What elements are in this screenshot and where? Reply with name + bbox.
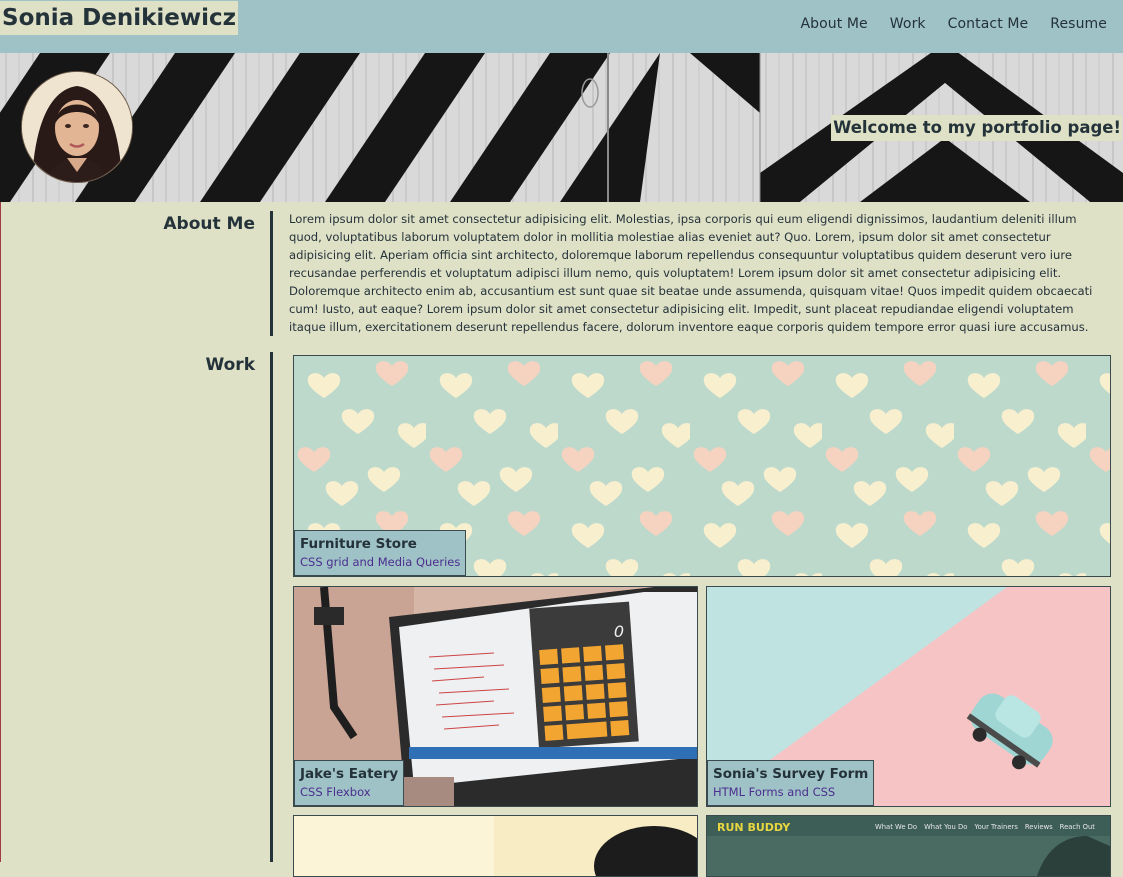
work-heading: Work [205, 355, 255, 375]
nav-resume[interactable]: Resume [1050, 16, 1107, 32]
run-buddy-logo: RUN BUDDY [717, 821, 791, 834]
project-card-furniture-store[interactable]: Furniture Store CSS grid and Media Queri… [293, 355, 1111, 577]
run-buddy-nav-item: Reviews [1024, 823, 1053, 831]
project-subtitle[interactable]: CSS Flexbox [300, 783, 398, 801]
project-caption: Furniture Store CSS grid and Media Queri… [294, 530, 467, 576]
about-heading: About Me [163, 214, 255, 234]
about-text: Lorem ipsum dolor sit amet consectetur a… [289, 212, 1093, 334]
run-buddy-nav-item: Reach Out [1059, 823, 1095, 831]
project-caption: Sonia's Survey Form HTML Forms and CSS [707, 760, 875, 806]
site-header: Sonia Denikiewicz About Me Work Contact … [0, 0, 1123, 53]
run-buddy-nav: What We Do What You Do Your Trainers Rev… [875, 823, 1095, 831]
nav-work[interactable]: Work [890, 16, 926, 32]
bright-photo-image [294, 816, 697, 876]
project-title[interactable]: Sonia's Survey Form [713, 765, 868, 783]
welcome-message: Welcome to my portfolio page! [831, 115, 1122, 141]
project-subtitle[interactable]: CSS grid and Media Queries [300, 553, 460, 571]
hero-banner: Welcome to my portfolio page! [0, 53, 1123, 202]
run-buddy-nav-item: What We Do [875, 823, 918, 831]
run-buddy-nav-item: What You Do [924, 823, 968, 831]
nav-contact-me[interactable]: Contact Me [948, 16, 1029, 32]
project-caption: Jake's Eatery CSS Flexbox [294, 760, 405, 806]
page-left-border [0, 202, 1, 862]
calculator-display: 0 [614, 622, 624, 641]
profile-avatar [21, 71, 133, 183]
project-card-run-buddy[interactable]: RUN BUDDY What We Do What You Do Your Tr… [706, 815, 1111, 877]
run-buddy-nav-item: Your Trainers [974, 823, 1018, 831]
about-divider [270, 211, 273, 336]
profile-photo [22, 72, 132, 182]
project-title[interactable]: Furniture Store [300, 535, 460, 553]
project-subtitle[interactable]: HTML Forms and CSS [713, 783, 868, 801]
project-card-survey-form[interactable]: Sonia's Survey Form HTML Forms and CSS [706, 586, 1111, 807]
project-title[interactable]: Jake's Eatery [300, 765, 398, 783]
project-card-bright-photo[interactable] [293, 815, 698, 877]
main-nav: About Me Work Contact Me Resume [800, 16, 1107, 32]
project-card-jakes-eatery[interactable]: 0 Jake's Eatery CSS Flexbox [293, 586, 698, 807]
work-divider [270, 352, 273, 862]
nav-about-me[interactable]: About Me [800, 16, 867, 32]
site-title[interactable]: Sonia Denikiewicz [0, 1, 239, 35]
